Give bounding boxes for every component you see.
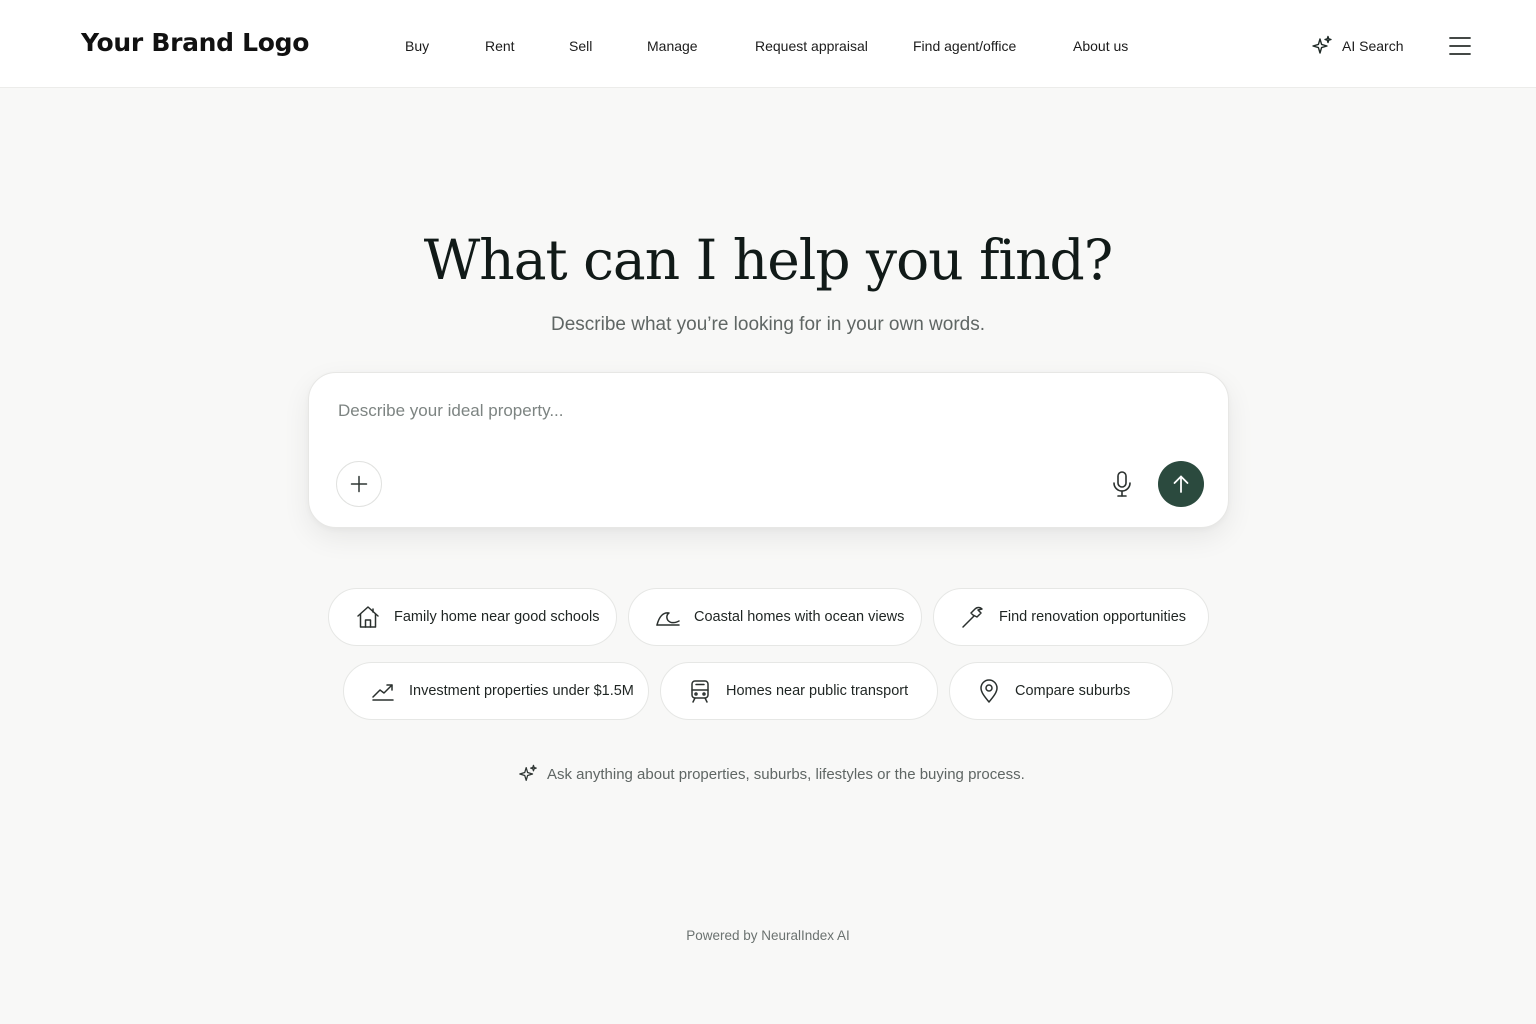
nav-item-manage[interactable]: Manage: [647, 38, 698, 54]
suggestion-label: Compare suburbs: [1015, 683, 1131, 699]
plus-icon: [349, 474, 369, 494]
ai-search-label: AI Search: [1342, 38, 1404, 54]
page-subtitle: Describe what you’re looking for in your…: [550, 314, 986, 335]
microphone-icon: [1110, 470, 1134, 498]
sparkle-icon: [518, 764, 538, 784]
suggestion-label: Investment properties under $1.5M: [409, 683, 634, 699]
powered-by-footer: Powered by NeuralIndex AI: [686, 928, 850, 943]
add-attachment-button[interactable]: [336, 461, 382, 507]
suggestion-chip-public-transport[interactable]: Homes near public transport: [660, 662, 938, 720]
house-icon: [355, 604, 381, 630]
ai-search-button[interactable]: AI Search: [1311, 34, 1403, 58]
page-title: What can I help you find?: [423, 228, 1113, 292]
arrow-up-icon: [1170, 473, 1192, 495]
suggestion-chip-renovation[interactable]: Find renovation opportunities: [933, 588, 1209, 646]
suggestion-chip-investment[interactable]: Investment properties under $1.5M: [343, 662, 649, 720]
suggestion-chip-coastal-homes[interactable]: Coastal homes with ocean views: [628, 588, 922, 646]
hint-text: Ask anything about properties, suburbs, …: [547, 765, 1025, 783]
suggestion-label: Homes near public transport: [726, 683, 909, 699]
site-header: Your Brand Logo Buy Rent Sell Manage Req…: [0, 0, 1536, 88]
map-pin-icon: [976, 678, 1002, 704]
property-search-input[interactable]: [338, 397, 1098, 425]
search-card: [308, 372, 1229, 528]
voice-input-button[interactable]: [1105, 467, 1139, 501]
menu-button[interactable]: [1446, 33, 1474, 59]
nav-item-about-us[interactable]: About us: [1073, 38, 1128, 54]
suggestion-label: Coastal homes with ocean views: [694, 609, 905, 625]
suggestion-chip-compare-suburbs[interactable]: Compare suburbs: [949, 662, 1173, 720]
train-icon: [687, 678, 713, 704]
hamburger-menu-icon: [1446, 33, 1474, 59]
search-hint: Ask anything about properties, suburbs, …: [518, 763, 1025, 785]
nav-item-request-appraisal[interactable]: Request appraisal: [755, 38, 868, 54]
send-button[interactable]: [1158, 461, 1204, 507]
hammer-icon: [960, 604, 986, 630]
nav-item-find-agent[interactable]: Find agent/office: [913, 38, 1016, 54]
nav-item-rent[interactable]: Rent: [485, 38, 515, 54]
suggestion-label: Family home near good schools: [394, 609, 600, 625]
nav-item-buy[interactable]: Buy: [405, 38, 429, 54]
brand-logo[interactable]: Your Brand Logo: [81, 28, 309, 57]
suggestion-chip-family-home[interactable]: Family home near good schools: [328, 588, 617, 646]
wave-icon: [655, 604, 681, 630]
sparkle-icon: [1311, 35, 1333, 57]
trend-up-icon: [370, 678, 396, 704]
nav-item-sell[interactable]: Sell: [569, 38, 592, 54]
suggestion-label: Find renovation opportunities: [999, 609, 1187, 625]
